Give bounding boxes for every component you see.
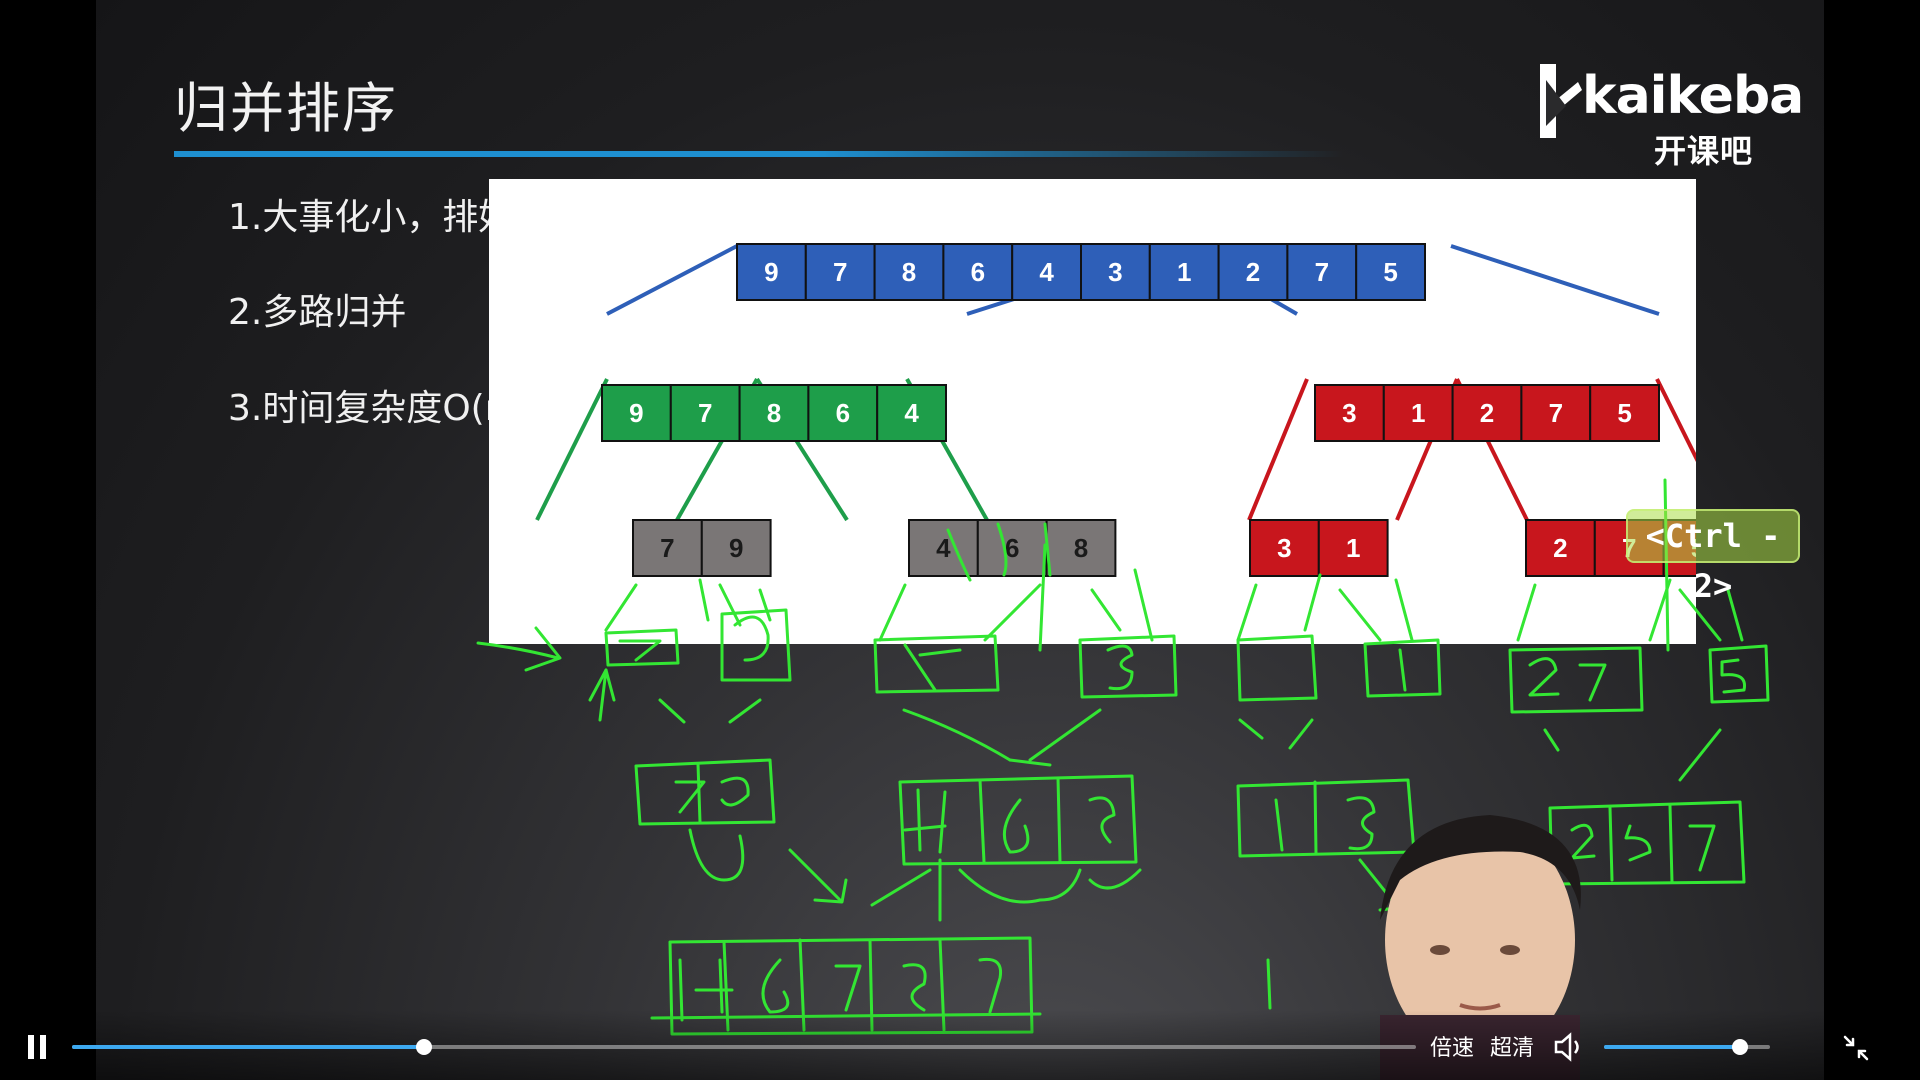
array-cell-value: 6 <box>1005 533 1019 563</box>
shortcut-badge: <Ctrl - 2> <box>1626 509 1800 605</box>
progress-bar[interactable] <box>72 1039 1416 1055</box>
array-cell-value: 3 <box>1108 257 1122 287</box>
progress-fill <box>72 1045 425 1049</box>
connector-line <box>1450 244 1660 316</box>
speed-button[interactable]: 倍速 <box>1430 1030 1474 1062</box>
array-cell-value: 7 <box>833 257 847 287</box>
array-cell-value: 7 <box>1315 257 1329 287</box>
logo-text-cn: 开课吧 <box>1654 132 1754 170</box>
array-cell-value: 4 <box>1039 257 1054 287</box>
array-cell-value: 7 <box>660 533 674 563</box>
volume-fill <box>1604 1045 1741 1049</box>
connector-line <box>1655 378 1729 521</box>
array-cell-value: 6 <box>971 257 985 287</box>
connector-line <box>1247 378 1309 521</box>
merge-sort-diagram: 978643127597864312757946831275 <box>489 179 1734 644</box>
slide-title: 归并排序 <box>174 77 398 140</box>
array-cell-value: 3 <box>1342 398 1356 428</box>
array-cell-value: 2 <box>1553 533 1567 563</box>
array-cell-value: 1 <box>1177 257 1191 287</box>
bullet-2: 2.多路归并 <box>228 292 407 333</box>
array-cell-value: 6 <box>836 398 850 428</box>
volume-slider[interactable] <box>1604 1039 1770 1055</box>
quality-button[interactable]: 超清 <box>1490 1030 1534 1062</box>
exit-fullscreen-icon[interactable] <box>1842 1034 1870 1062</box>
array-cell-value: 4 <box>904 398 919 428</box>
array-cell-value: 7 <box>1549 398 1563 428</box>
array-cell-value: 8 <box>767 398 781 428</box>
connector-line <box>606 244 738 316</box>
progress-thumb[interactable] <box>416 1039 433 1055</box>
array-cell-value: 9 <box>764 257 778 287</box>
volume-icon[interactable] <box>1552 1032 1586 1062</box>
array-cell-value: 9 <box>629 398 643 428</box>
array-cell-value: 5 <box>1383 257 1397 287</box>
title-underline <box>174 151 1344 157</box>
array-cell-value: 3 <box>1277 533 1291 563</box>
connector-line <box>535 378 609 521</box>
array-cell-value: 8 <box>902 257 916 287</box>
array-cell-value: 2 <box>1246 257 1260 287</box>
array-cell-value: 9 <box>729 533 743 563</box>
logo-text-en: kaikeba <box>1582 66 1804 126</box>
array-cell-value: 1 <box>1411 398 1425 428</box>
logo-mark-icon <box>1540 64 1582 138</box>
array-cell-value: 8 <box>1074 533 1088 563</box>
array-cell-value: 4 <box>936 533 951 563</box>
array-cell-value: 7 <box>698 398 712 428</box>
merge-sort-tree: 978643127597864312757946831275 <box>535 243 1734 577</box>
array-cell-value: 5 <box>1617 398 1631 428</box>
volume-thumb[interactable] <box>1732 1039 1749 1055</box>
array-cell-value: 1 <box>1346 533 1360 563</box>
kaikeba-logo: kaikeba 开课吧 <box>1536 60 1804 170</box>
array-cell-value: 2 <box>1480 398 1494 428</box>
pause-icon[interactable] <box>28 1035 48 1059</box>
